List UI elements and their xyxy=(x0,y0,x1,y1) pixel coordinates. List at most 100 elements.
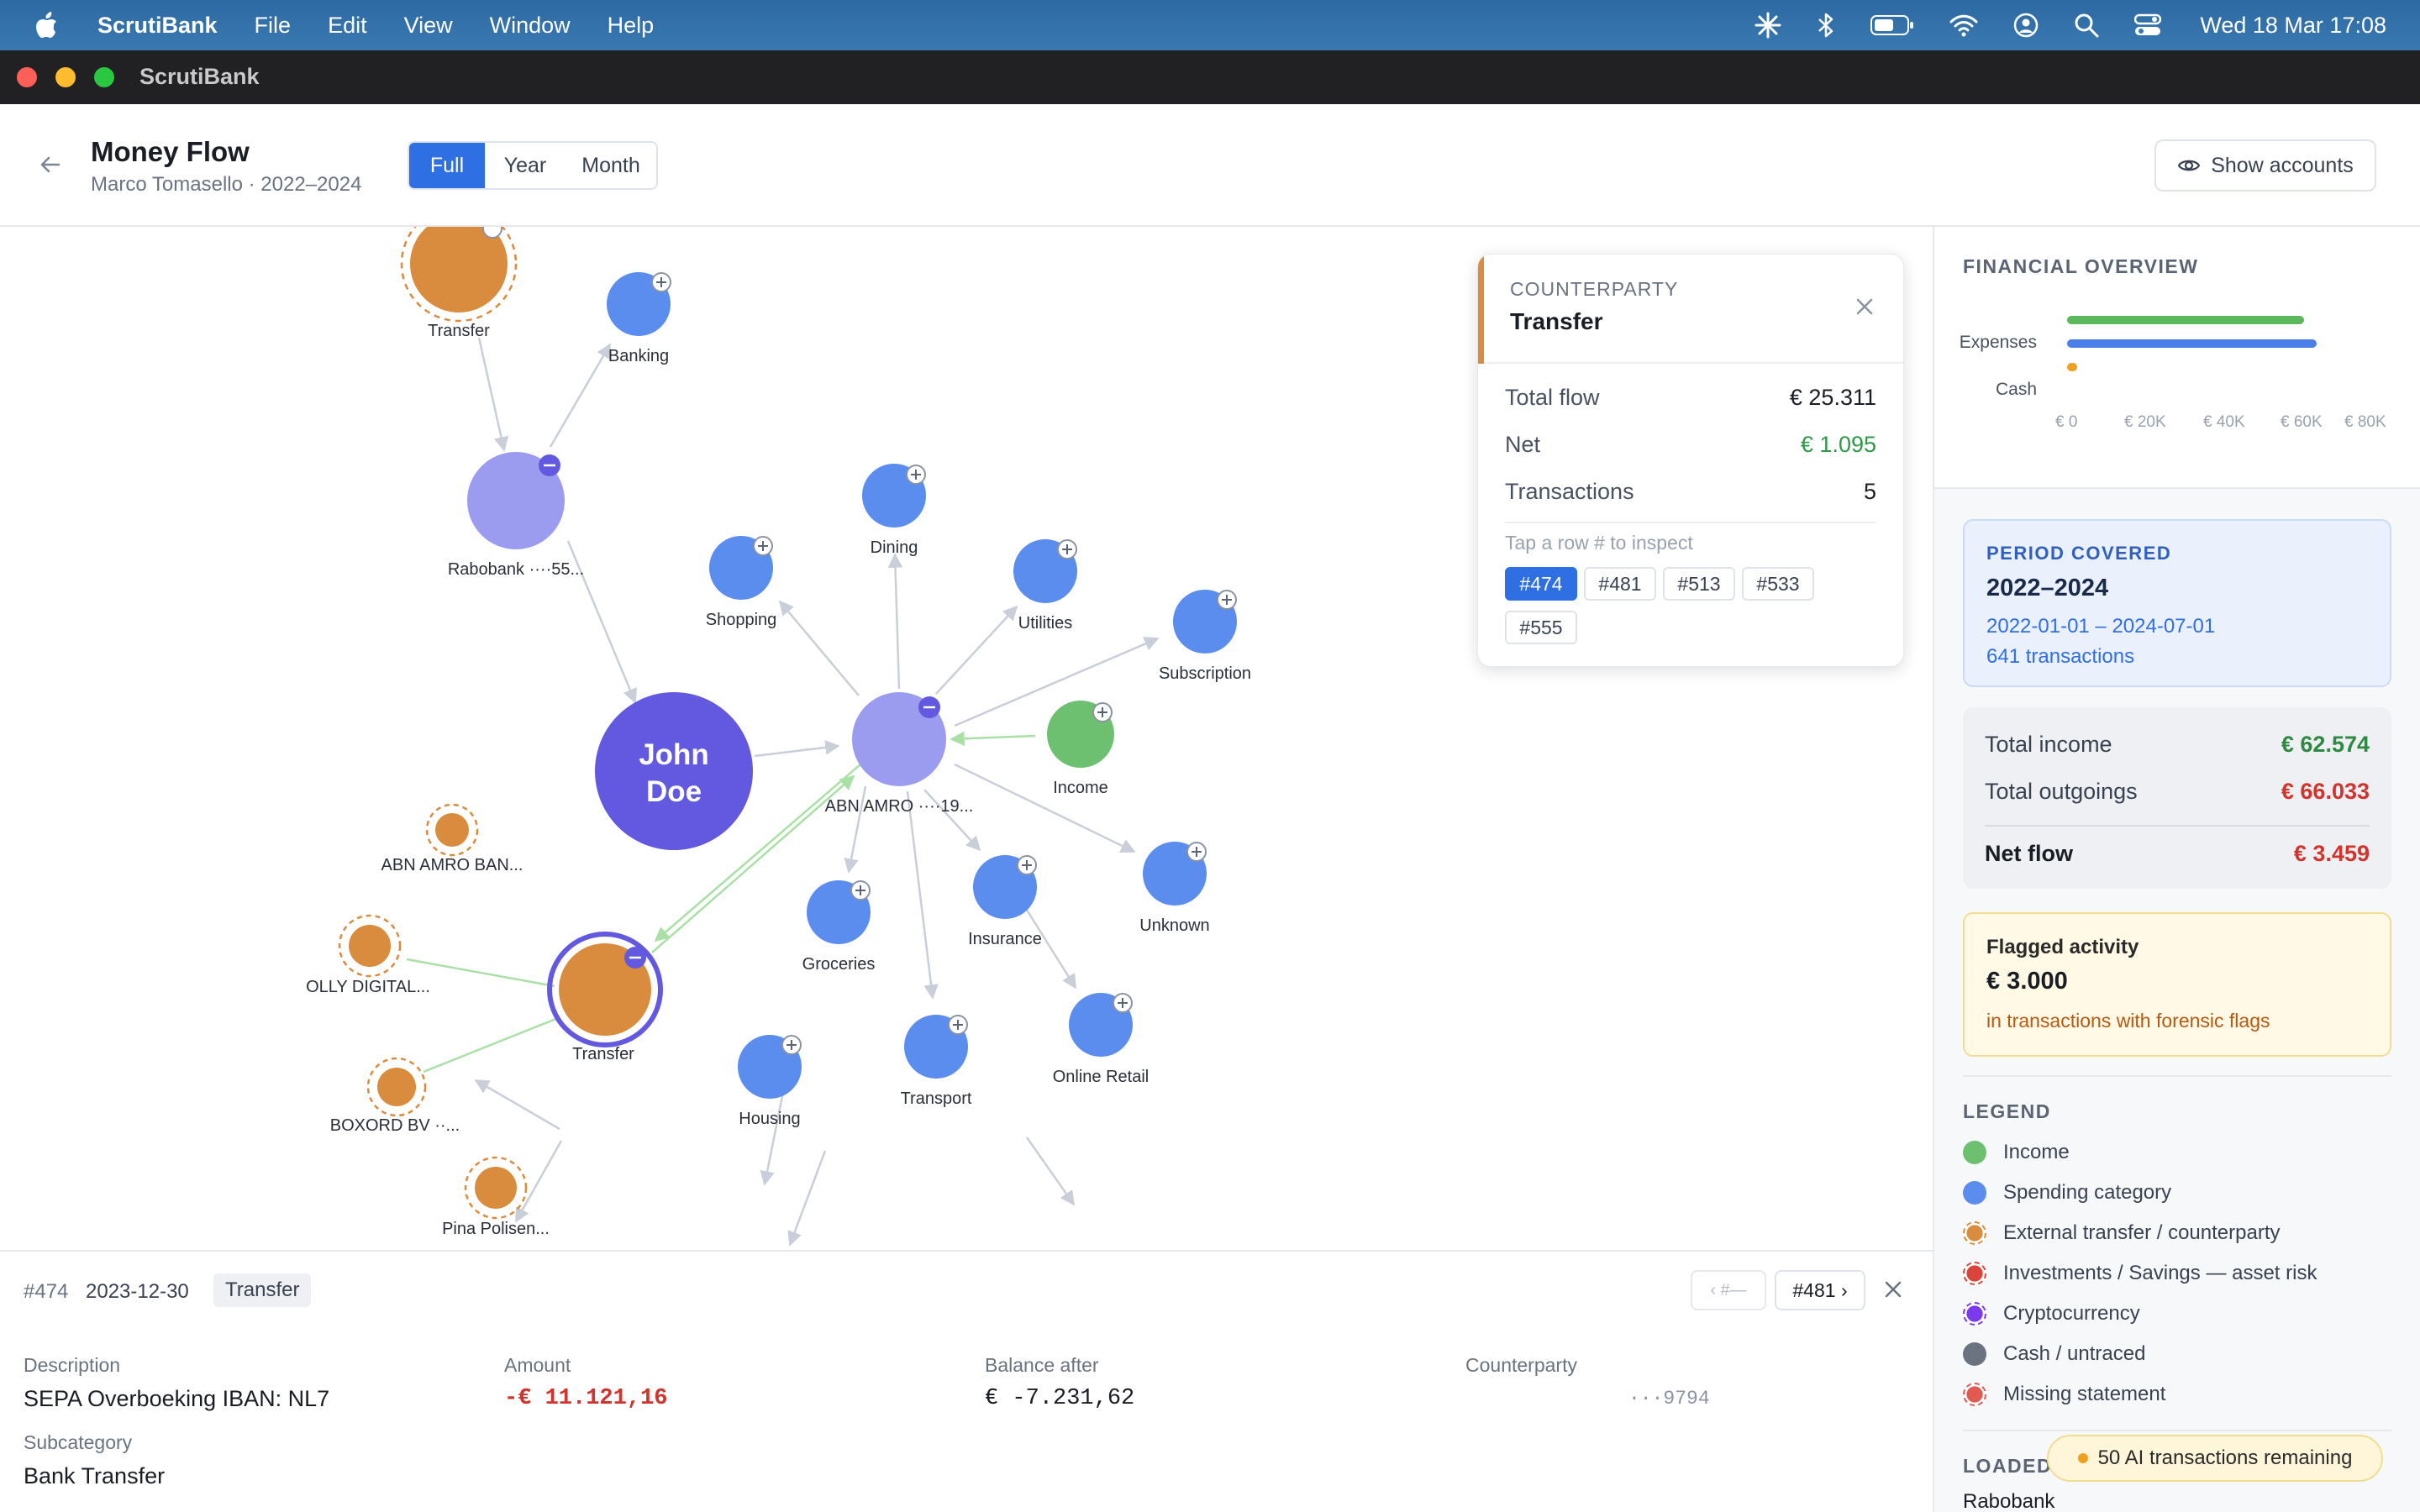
right-sidebar[interactable]: FINANCIAL OVERVIEW Expenses Cash € 0 € 2… xyxy=(1933,227,2420,1512)
node-label: Transfer xyxy=(572,1045,634,1063)
totals-card: Total income € 62.574 Total outgoings € … xyxy=(1963,707,2391,889)
menu-view[interactable]: View xyxy=(404,13,453,39)
total-income-label: Total income xyxy=(1985,731,2112,757)
edge xyxy=(477,337,509,452)
close-window-button[interactable] xyxy=(17,67,37,87)
node-label: Online Retail xyxy=(1053,1068,1150,1086)
period-covered-card: PERIOD COVERED 2022–2024 2022-01-01 – 20… xyxy=(1963,519,2391,687)
node-pina-polisen[interactable]: Pina Polisen... xyxy=(442,1156,550,1238)
node-transfer-top[interactable]: Transfer xyxy=(400,227,518,340)
node-label: Pina Polisen... xyxy=(442,1220,550,1238)
balance-after-value: € -7.231,62 xyxy=(985,1386,1135,1411)
node-abn-amro[interactable]: ABN AMRO ····19... xyxy=(825,692,974,816)
node-label: Transfer xyxy=(428,322,490,340)
wifi-icon[interactable] xyxy=(1949,13,1978,37)
back-button[interactable] xyxy=(37,151,64,178)
node-transport[interactable]: Transport xyxy=(901,1015,972,1108)
menu-window[interactable]: Window xyxy=(490,13,571,39)
ai-pill-label: 50 AI transactions remaining xyxy=(2097,1446,2353,1469)
node-dining[interactable]: Dining xyxy=(862,464,926,557)
node-shopping[interactable]: Shopping xyxy=(706,536,777,629)
flagged-activity-card[interactable]: Flagged activity € 3.000 in transactions… xyxy=(1963,912,2391,1057)
counterparty-name: Transfer xyxy=(1510,308,1603,334)
menu-app-name[interactable]: ScrutiBank xyxy=(97,13,218,39)
legend-label: Missing statement xyxy=(2003,1383,2166,1405)
node-label: BOXORD BV ··... xyxy=(330,1116,460,1135)
segment-year[interactable]: Year xyxy=(485,143,566,188)
node-subscription[interactable]: Subscription xyxy=(1159,590,1251,683)
battery-icon[interactable] xyxy=(1870,14,1914,36)
node-olly-digital[interactable]: OLLY DIGITAL... xyxy=(306,914,430,996)
node-label: Transport xyxy=(901,1089,972,1108)
node-label: Rabobank ····55... xyxy=(448,560,584,579)
transaction-chip-533[interactable]: #533 xyxy=(1742,567,1814,601)
total-outgoings-label: Total outgoings xyxy=(1985,778,2138,804)
net-value: € 1.095 xyxy=(1800,431,1876,457)
counterparty-card: COUNTERPARTY Transfer Total flow € 25.31… xyxy=(1477,254,1904,667)
menu-edit[interactable]: Edit xyxy=(328,13,367,39)
overview-label-cash: Cash xyxy=(1995,380,2037,399)
next-transaction-button[interactable]: #481 › xyxy=(1775,1270,1865,1310)
transaction-chip-555[interactable]: #555 xyxy=(1505,611,1577,644)
segment-month[interactable]: Month xyxy=(566,143,656,188)
node-unknown[interactable]: Unknown xyxy=(1139,842,1210,935)
node-banking[interactable]: Banking xyxy=(607,272,671,365)
transaction-chip-474[interactable]: #474 xyxy=(1505,567,1577,601)
control-center-icon[interactable] xyxy=(2134,13,2162,37)
transactions-label: Transactions xyxy=(1505,478,1634,504)
period-kicker: PERIOD COVERED xyxy=(1986,543,2172,564)
node-groceries[interactable]: Groceries xyxy=(802,880,876,974)
edge xyxy=(954,763,1136,853)
net-flow-value: € 3.459 xyxy=(2293,840,2370,866)
counterparty-hint: Tap a row # to inspect xyxy=(1505,532,1693,554)
sparkle-icon[interactable] xyxy=(1754,12,1781,39)
transaction-chip-513[interactable]: #513 xyxy=(1663,567,1735,601)
previous-transaction-button[interactable]: ‹ #— xyxy=(1691,1270,1766,1310)
overview-label-expenses: Expenses xyxy=(1959,333,2037,352)
counterparty-label: Counterparty xyxy=(1465,1354,1577,1376)
menubar-clock[interactable]: Wed 18 Mar 17:08 xyxy=(2200,13,2386,39)
menu-file[interactable]: File xyxy=(255,13,292,39)
node-income[interactable]: Income xyxy=(1047,701,1114,797)
loaded-source-rabobank[interactable]: Rabobank xyxy=(1963,1490,2054,1512)
node-online-retail[interactable]: Online Retail xyxy=(1053,993,1150,1086)
minimize-window-button[interactable] xyxy=(55,67,76,87)
legend-dot xyxy=(1963,1342,1986,1366)
node-label: Income xyxy=(1053,779,1108,797)
zoom-window-button[interactable] xyxy=(94,67,114,87)
node-utilities[interactable]: Utilities xyxy=(1013,539,1077,633)
total-outgoings-row: Total outgoings € 66.033 xyxy=(1985,774,2370,808)
show-accounts-button[interactable]: Show accounts xyxy=(2154,139,2376,192)
close-icon[interactable] xyxy=(1853,295,1876,318)
node-john-doe[interactable]: John Doe xyxy=(595,692,753,850)
close-icon[interactable] xyxy=(1881,1277,1906,1302)
eye-icon xyxy=(2177,160,2201,171)
total-flow-row: Total flow € 25.311 xyxy=(1505,381,1876,414)
legend-dot xyxy=(1963,1262,1986,1285)
node-boxord[interactable]: BOXORD BV ··... xyxy=(330,1057,460,1135)
segment-full[interactable]: Full xyxy=(409,143,485,188)
menu-help[interactable]: Help xyxy=(608,13,655,39)
overview-bar-cash xyxy=(2067,363,2077,371)
node-label: John xyxy=(639,738,709,771)
legend-dot xyxy=(1963,1302,1986,1326)
node-abn-amro-ban[interactable]: ABN AMRO BAN... xyxy=(381,803,523,874)
legend-dot xyxy=(1963,1383,1986,1406)
user-account-icon[interactable] xyxy=(2013,13,2039,38)
node-transfer-selected[interactable]: Transfer xyxy=(547,932,663,1063)
ai-transactions-remaining-pill[interactable]: 50 AI transactions remaining xyxy=(2047,1435,2383,1482)
node-insurance[interactable]: Insurance xyxy=(968,855,1042,948)
transaction-chip-481[interactable]: #481 xyxy=(1584,567,1656,601)
apple-icon[interactable] xyxy=(34,11,59,39)
legend-item-spending: Spending category xyxy=(1963,1178,2171,1208)
counterparty-kicker: COUNTERPARTY xyxy=(1510,278,1679,300)
divider xyxy=(1963,1430,2391,1431)
net-flow-label: Net flow xyxy=(1985,840,2073,866)
edge xyxy=(1025,1137,1076,1206)
bluetooth-icon[interactable] xyxy=(1817,12,1835,39)
transaction-category-tag: Transfer xyxy=(213,1273,312,1307)
node-rabobank[interactable]: Rabobank ····55... xyxy=(448,452,584,579)
search-icon[interactable] xyxy=(2074,13,2099,38)
legend-label: Cash / untraced xyxy=(2003,1342,2146,1365)
node-housing[interactable]: Housing xyxy=(738,1035,802,1128)
